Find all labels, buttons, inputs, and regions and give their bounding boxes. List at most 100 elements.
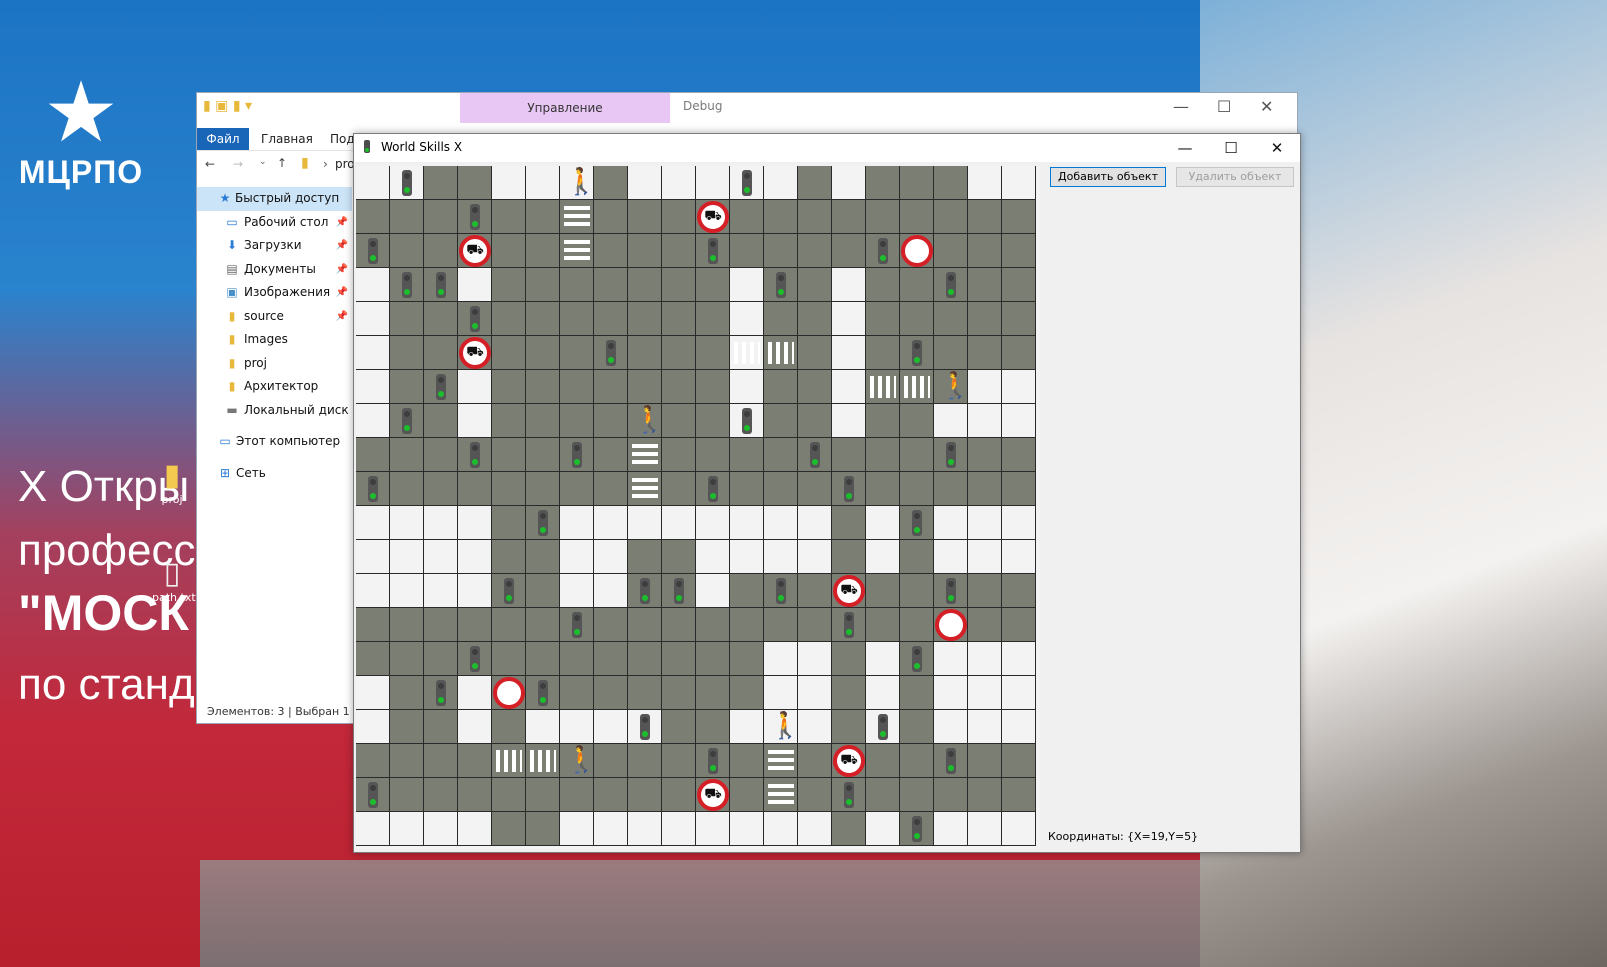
road-cell[interactable] — [662, 370, 696, 404]
road-cell[interactable] — [594, 676, 628, 710]
empty-cell[interactable] — [458, 710, 492, 744]
traffic-light[interactable] — [798, 438, 832, 472]
traffic-light[interactable] — [458, 302, 492, 336]
quick-access-folder-icon[interactable]: ▮ ▣ ▮ ▾ — [203, 98, 252, 114]
traffic-light[interactable] — [696, 472, 730, 506]
empty-cell[interactable] — [458, 268, 492, 302]
empty-cell[interactable] — [730, 812, 764, 846]
road-cell[interactable] — [628, 676, 662, 710]
traffic-light[interactable] — [390, 166, 424, 200]
road-cell[interactable] — [560, 472, 594, 506]
sidebar-item-local-disk[interactable]: ▬ Локальный диск (C — [197, 399, 352, 423]
traffic-light[interactable] — [526, 506, 560, 540]
road-cell[interactable] — [628, 642, 662, 676]
road-cell[interactable] — [662, 200, 696, 234]
empty-cell[interactable] — [356, 166, 390, 200]
road-cell[interactable] — [492, 302, 526, 336]
road-cell[interactable] — [866, 268, 900, 302]
road-cell[interactable] — [424, 472, 458, 506]
traffic-light[interactable] — [764, 268, 798, 302]
road-cell[interactable] — [696, 642, 730, 676]
traffic-light[interactable] — [628, 574, 662, 608]
road-cell[interactable] — [730, 608, 764, 642]
empty-cell[interactable] — [866, 676, 900, 710]
traffic-light[interactable] — [764, 574, 798, 608]
road-cell[interactable] — [390, 472, 424, 506]
road-cell[interactable] — [526, 370, 560, 404]
road-cell[interactable] — [662, 438, 696, 472]
empty-cell[interactable] — [730, 302, 764, 336]
road-cell[interactable] — [832, 642, 866, 676]
road-cell[interactable] — [696, 404, 730, 438]
empty-cell[interactable] — [730, 506, 764, 540]
road-cell[interactable] — [968, 336, 1002, 370]
traffic-light[interactable] — [934, 438, 968, 472]
road-cell[interactable] — [798, 336, 832, 370]
traffic-light[interactable] — [594, 336, 628, 370]
empty-cell[interactable] — [594, 710, 628, 744]
road-cell[interactable] — [832, 812, 866, 846]
sidebar-item-documents[interactable]: ▤ Документы 📌 — [197, 258, 352, 282]
road-cell[interactable] — [798, 370, 832, 404]
empty-cell[interactable] — [356, 676, 390, 710]
road-cell[interactable] — [900, 438, 934, 472]
road-cell[interactable] — [424, 642, 458, 676]
minimize-button[interactable]: — — [1162, 134, 1208, 162]
empty-cell[interactable] — [1002, 370, 1036, 404]
empty-cell[interactable] — [356, 404, 390, 438]
crosswalk[interactable] — [900, 370, 934, 404]
empty-cell[interactable] — [696, 506, 730, 540]
road-cell[interactable] — [662, 404, 696, 438]
road-cell[interactable] — [628, 234, 662, 268]
road-cell[interactable] — [934, 200, 968, 234]
empty-cell[interactable] — [458, 540, 492, 574]
empty-cell[interactable] — [1002, 540, 1036, 574]
traffic-light[interactable] — [458, 642, 492, 676]
road-cell[interactable] — [492, 200, 526, 234]
road-cell[interactable] — [934, 778, 968, 812]
empty-cell[interactable] — [832, 268, 866, 302]
empty-cell[interactable] — [798, 506, 832, 540]
sidebar-item-this-pc[interactable]: ▭ Этот компьютер — [197, 430, 352, 454]
road-cell[interactable] — [560, 642, 594, 676]
road-cell[interactable] — [866, 778, 900, 812]
empty-cell[interactable] — [424, 812, 458, 846]
road-cell[interactable] — [628, 370, 662, 404]
road-cell[interactable] — [900, 676, 934, 710]
road-cell[interactable] — [730, 778, 764, 812]
pin-icon[interactable]: 📌 — [336, 234, 348, 258]
road-cell[interactable] — [424, 404, 458, 438]
sidebar-item-quick-access[interactable]: ★ Быстрый доступ — [197, 187, 352, 211]
road-sign[interactable] — [934, 608, 968, 642]
road-cell[interactable] — [424, 438, 458, 472]
road-cell[interactable] — [730, 438, 764, 472]
road-cell[interactable] — [798, 234, 832, 268]
road-cell[interactable] — [764, 472, 798, 506]
road-cell[interactable] — [662, 540, 696, 574]
empty-cell[interactable] — [390, 574, 424, 608]
road-cell[interactable] — [424, 302, 458, 336]
empty-cell[interactable] — [764, 506, 798, 540]
empty-cell[interactable] — [798, 812, 832, 846]
traffic-light[interactable] — [560, 608, 594, 642]
traffic-light[interactable] — [730, 404, 764, 438]
empty-cell[interactable] — [662, 812, 696, 846]
pedestrian[interactable]: 🚶 — [560, 166, 597, 200]
road-cell[interactable] — [968, 438, 1002, 472]
road-cell[interactable] — [866, 200, 900, 234]
road-cell[interactable] — [492, 438, 526, 472]
road-cell[interactable] — [866, 574, 900, 608]
road-cell[interactable] — [526, 336, 560, 370]
road-cell[interactable] — [832, 506, 866, 540]
road-cell[interactable] — [526, 472, 560, 506]
empty-cell[interactable] — [968, 710, 1002, 744]
traffic-light[interactable] — [696, 744, 730, 778]
road-cell[interactable] — [764, 404, 798, 438]
road-cell[interactable] — [628, 302, 662, 336]
road-cell[interactable] — [390, 676, 424, 710]
road-cell[interactable] — [560, 370, 594, 404]
empty-cell[interactable] — [730, 370, 764, 404]
empty-cell[interactable] — [1002, 676, 1036, 710]
road-map-grid[interactable]: ⛟ ⛟ ⛟ ⛟ ⛟ ⛟ 🚶 🚶 🚶 🚶 🚶 — [356, 166, 1040, 850]
road-cell[interactable] — [696, 438, 730, 472]
